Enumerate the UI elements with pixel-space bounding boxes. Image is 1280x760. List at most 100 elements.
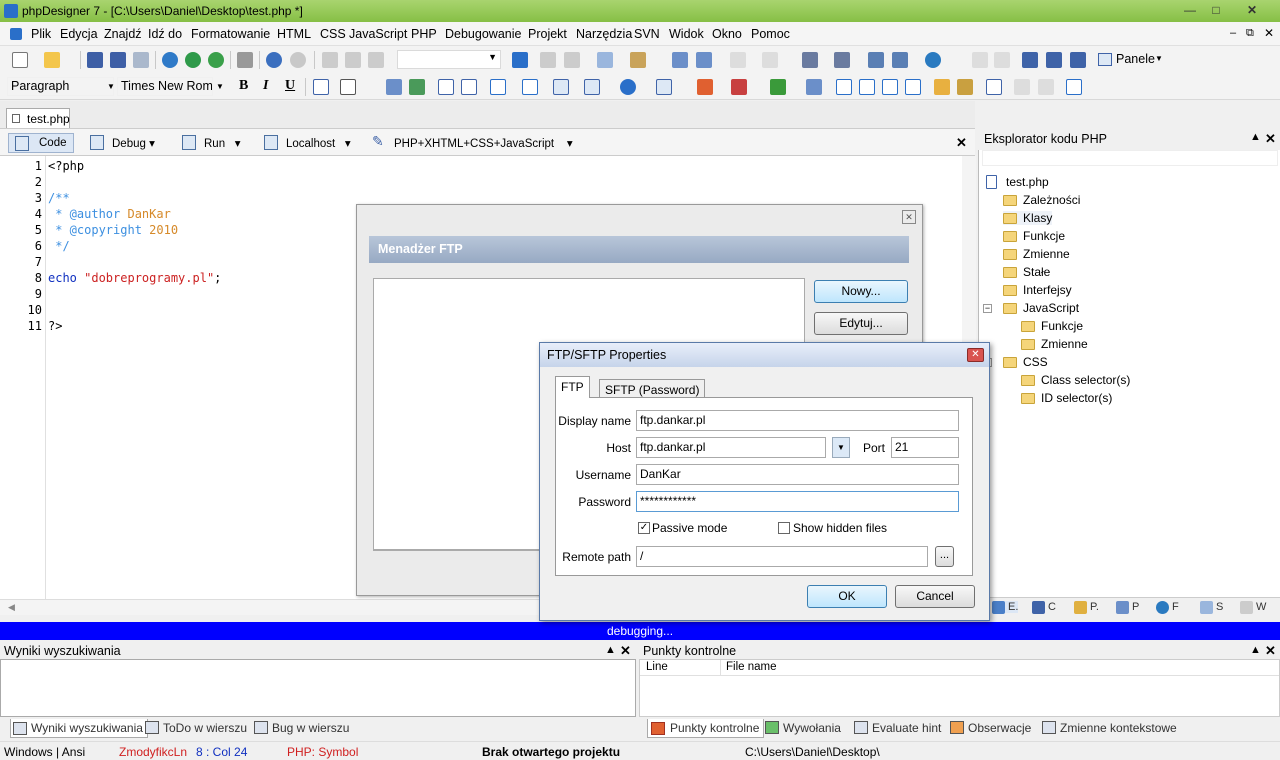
minimize-button[interactable]: — xyxy=(1178,2,1202,18)
tree-item[interactable]: ID selector(s) xyxy=(1021,391,1112,405)
undo-icon[interactable] xyxy=(266,52,282,68)
menu-formatowanie[interactable]: Formatowanie xyxy=(191,27,270,41)
paragraph-icon[interactable] xyxy=(313,79,329,95)
tab-context-vars[interactable]: Zmienne kontekstowe xyxy=(1042,721,1177,735)
tab-breakpoints[interactable]: Punkty kontrolne xyxy=(647,719,765,738)
tab-test-php[interactable]: test.php xyxy=(6,108,70,128)
display-name-field[interactable]: ftp.dankar.pl xyxy=(636,410,959,431)
list-icon[interactable] xyxy=(461,79,477,95)
tree-item[interactable]: Class selector(s) xyxy=(1021,373,1130,387)
cascade-icon[interactable] xyxy=(1070,52,1086,68)
menu-php[interactable]: PHP xyxy=(411,27,437,41)
menu-narzedzia[interactable]: Narzędzia xyxy=(576,27,632,41)
paragraph-select[interactable]: Paragraph xyxy=(7,77,114,96)
step-over-icon[interactable] xyxy=(564,52,580,68)
pin-icon[interactable]: ▲ xyxy=(1250,131,1261,143)
snippet-icon[interactable] xyxy=(656,79,672,95)
tree-item[interactable]: Zmienne xyxy=(1003,247,1070,261)
menu-idz-do[interactable]: Idź do xyxy=(148,27,182,41)
explorer-filter[interactable] xyxy=(982,150,1278,166)
menu-debugowanie[interactable]: Debugowanie xyxy=(445,27,521,41)
svn-commit-icon[interactable] xyxy=(892,52,908,68)
close-panel-icon[interactable]: ✕ xyxy=(1265,131,1276,147)
div-icon[interactable] xyxy=(490,79,506,95)
menu-edycja[interactable]: Edycja xyxy=(60,27,98,41)
goto-icon[interactable] xyxy=(512,52,528,68)
maximize-button[interactable]: □ xyxy=(1204,2,1228,18)
tab-todo[interactable]: ToDo w wierszu xyxy=(145,721,247,735)
host-dropdown-icon[interactable]: ▼ xyxy=(832,437,850,458)
tree-item[interactable]: Klasy xyxy=(1003,211,1053,225)
search-results-list[interactable] xyxy=(0,659,636,717)
browse-button[interactable]: ... xyxy=(935,546,954,567)
remote-path-field[interactable]: / xyxy=(636,546,928,567)
breakpoints-table[interactable]: Line File name xyxy=(639,659,1280,717)
filter-icon[interactable] xyxy=(597,52,613,68)
ok-button[interactable]: OK xyxy=(807,585,887,608)
mdi-minimize-icon[interactable]: – xyxy=(1230,27,1236,39)
close-icon[interactable]: ✕ xyxy=(902,210,916,224)
new-connection-button[interactable]: Nowy... xyxy=(814,280,908,303)
disabled-icon-2[interactable] xyxy=(1038,79,1054,95)
chevron-down-icon[interactable]: ▼ xyxy=(107,82,115,91)
tree-item[interactable]: JavaScript xyxy=(1003,301,1079,315)
wand-icon[interactable] xyxy=(806,79,822,95)
tab-watches[interactable]: Obserwacje xyxy=(950,721,1031,735)
indent-icon[interactable] xyxy=(770,79,786,95)
font-select[interactable]: Times New Roma xyxy=(117,77,213,96)
bookmark-icon[interactable] xyxy=(630,52,646,68)
back-icon[interactable] xyxy=(730,52,746,68)
tree-item[interactable]: Zależności xyxy=(1003,193,1080,207)
tree-item[interactable]: Funkcje xyxy=(1021,319,1083,333)
cancel-button[interactable]: Cancel xyxy=(895,585,975,608)
tab-evaluate-hint[interactable]: Evaluate hint xyxy=(854,721,941,735)
grid-icon[interactable] xyxy=(438,79,454,95)
validate-icon[interactable] xyxy=(1066,79,1082,95)
image-icon[interactable] xyxy=(409,79,425,95)
browser-icon[interactable] xyxy=(162,52,178,68)
tab-sftp[interactable]: SFTP (Password) xyxy=(599,379,706,399)
save-all-icon[interactable] xyxy=(110,52,126,68)
menu-pomoc[interactable]: Pomoc xyxy=(751,27,790,41)
tab-explorer-p1[interactable]: P. xyxy=(1074,601,1099,614)
browser-preview-icon[interactable] xyxy=(208,52,224,68)
chevron-down-icon[interactable]: ▼ xyxy=(216,82,224,91)
layout-vertical-icon[interactable] xyxy=(1046,52,1062,68)
tab-search-results[interactable]: Wyniki wyszukiwania xyxy=(10,719,148,738)
close-editor-icon[interactable]: ✕ xyxy=(956,135,967,151)
color-icon[interactable] xyxy=(697,79,713,95)
tree-root-file[interactable]: test.php xyxy=(986,175,1049,189)
input-icon[interactable] xyxy=(584,79,600,95)
forward-icon[interactable] xyxy=(762,52,778,68)
pin-icon[interactable]: ▲ xyxy=(1250,644,1261,656)
menu-svn[interactable]: SVN xyxy=(634,27,660,41)
layout-horizontal-icon[interactable] xyxy=(1022,52,1038,68)
save-icon[interactable] xyxy=(87,52,103,68)
comment-icon[interactable] xyxy=(522,79,538,95)
host-field[interactable]: ftp.dankar.pl xyxy=(636,437,826,458)
indent-more-icon[interactable] xyxy=(836,79,852,95)
edit-connection-button[interactable]: Edytuj... xyxy=(814,312,908,335)
pin-icon[interactable]: ▲ xyxy=(605,644,616,656)
tab-explorer-s[interactable]: S xyxy=(1200,601,1223,614)
paste-icon[interactable] xyxy=(368,52,384,68)
menu-projekt[interactable]: Projekt xyxy=(528,27,567,41)
menu-znajdz[interactable]: Znajdź xyxy=(104,27,142,41)
menu-css[interactable]: CSS xyxy=(320,27,346,41)
tab-explorer-f[interactable]: F xyxy=(1156,601,1179,614)
close-panel-icon[interactable]: ✕ xyxy=(620,643,631,659)
tab-bug[interactable]: Bug w wierszu xyxy=(254,721,349,735)
tree-item[interactable]: Funkcje xyxy=(1003,229,1065,243)
close-window-button[interactable]: ✕ xyxy=(1240,2,1264,18)
menu-plik[interactable]: Plik xyxy=(31,27,51,41)
syntax-button[interactable]: ✎ PHP+XHTML+CSS+JavaScript ▾ xyxy=(366,133,577,153)
debug-button[interactable]: Debug ▾ xyxy=(84,133,159,153)
toolbar-combo[interactable]: ▼ xyxy=(397,50,501,69)
svn-update-icon[interactable] xyxy=(868,52,884,68)
comment-block-icon[interactable] xyxy=(882,79,898,95)
close-panel-icon[interactable]: ✕ xyxy=(1265,643,1276,659)
zoom-in-icon[interactable] xyxy=(972,52,988,68)
indent-less-icon[interactable] xyxy=(859,79,875,95)
hand-icon[interactable] xyxy=(934,79,950,95)
show-hidden-label[interactable]: Show hidden files xyxy=(793,521,887,535)
